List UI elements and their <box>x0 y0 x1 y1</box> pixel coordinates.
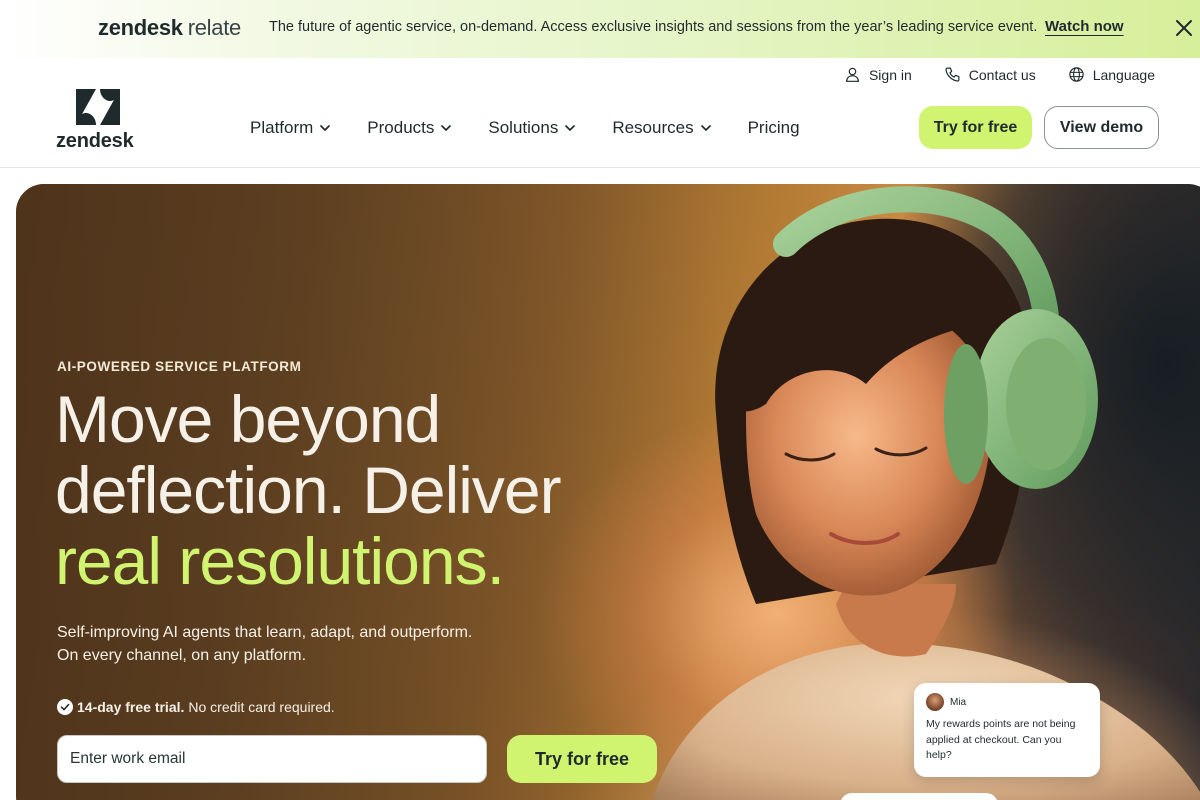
banner-brand-secondary: relate <box>187 15 242 40</box>
close-icon[interactable] <box>1172 16 1196 40</box>
trial-rest-text: No credit card required. <box>188 699 335 715</box>
language-selector[interactable]: Language <box>1068 66 1155 83</box>
check-circle-icon <box>57 699 73 715</box>
banner-brand-primary: zendesk <box>98 15 183 40</box>
user-icon <box>845 67 860 82</box>
zendesk-logo[interactable]: zendesk <box>56 86 146 152</box>
chevron-down-icon <box>565 125 576 131</box>
chat-sender-name: Mia <box>950 696 967 708</box>
hero-headline: Move beyond deflection. Deliver real res… <box>55 384 695 597</box>
phone-icon <box>945 67 960 82</box>
utility-nav: Sign in Contact us Language <box>844 66 1155 83</box>
site-header: Sign in Contact us Language zendesk Plat… <box>0 58 1200 168</box>
sign-in-link[interactable]: Sign in <box>844 66 912 83</box>
zendesk-logo-icon <box>76 89 120 125</box>
avatar <box>926 693 944 711</box>
nav-pricing-label: Pricing <box>747 118 800 137</box>
subhead-line-1: Self-improving AI agents that learn, ada… <box>57 624 473 641</box>
chevron-down-icon <box>320 125 331 131</box>
nav-platform[interactable]: Platform <box>250 118 331 138</box>
work-email-input[interactable] <box>57 735 487 783</box>
sign-in-label: Sign in <box>868 66 912 83</box>
contact-us-link[interactable]: Contact us <box>944 66 1036 83</box>
trial-bold-text: 14-day free trial. <box>77 699 185 715</box>
chevron-down-icon <box>700 125 711 131</box>
watch-now-link[interactable]: Watch now <box>1045 18 1124 35</box>
chat-message: My rewards points are not being applied … <box>926 718 1076 761</box>
nav-solutions[interactable]: Solutions <box>488 118 576 138</box>
banner-message: The future of agentic service, on-demand… <box>269 19 1038 35</box>
nav-pricing[interactable]: Pricing <box>748 118 800 138</box>
chat-reply-card <box>840 793 998 800</box>
nav-solutions-label: Solutions <box>488 118 559 137</box>
trial-note: 14-day free trial. No credit card requir… <box>57 699 335 715</box>
chat-bubble-card: Mia My rewards points are not being appl… <box>914 683 1100 777</box>
zendesk-wordmark: zendesk <box>56 130 134 152</box>
chevron-down-icon <box>441 125 452 131</box>
hero-eyebrow: AI-POWERED SERVICE PLATFORM <box>57 359 302 374</box>
zendesk-relate-logo[interactable]: zendesk relate <box>98 15 241 41</box>
nav-resources-label: Resources <box>612 118 694 137</box>
globe-icon <box>1068 67 1084 82</box>
announcement-banner: zendesk relate The future of agentic ser… <box>0 0 1200 58</box>
nav-products-label: Products <box>367 118 435 137</box>
language-label: Language <box>1092 66 1155 83</box>
contact-us-label: Contact us <box>968 66 1036 83</box>
hero-section: AI-POWERED SERVICE PLATFORM Move beyond … <box>16 184 1200 800</box>
chat-header: Mia <box>926 693 1088 711</box>
headline-line-1: Move beyond <box>55 382 441 456</box>
hero-subhead: Self-improving AI agents that learn, ada… <box>57 621 537 667</box>
main-nav: Platform Products Solutions Resources Pr… <box>250 118 800 138</box>
nav-platform-label: Platform <box>250 118 314 137</box>
subhead-line-2: On every channel, on any platform. <box>57 647 307 664</box>
view-demo-button[interactable]: View demo <box>1044 106 1159 149</box>
nav-resources[interactable]: Resources <box>612 118 711 138</box>
hero-try-for-free-button[interactable]: Try for free <box>507 735 657 783</box>
headline-line-2: deflection. Deliver <box>55 453 562 527</box>
nav-products[interactable]: Products <box>367 118 452 138</box>
headline-accent: real resolutions. <box>55 524 505 598</box>
try-for-free-button[interactable]: Try for free <box>919 106 1032 149</box>
